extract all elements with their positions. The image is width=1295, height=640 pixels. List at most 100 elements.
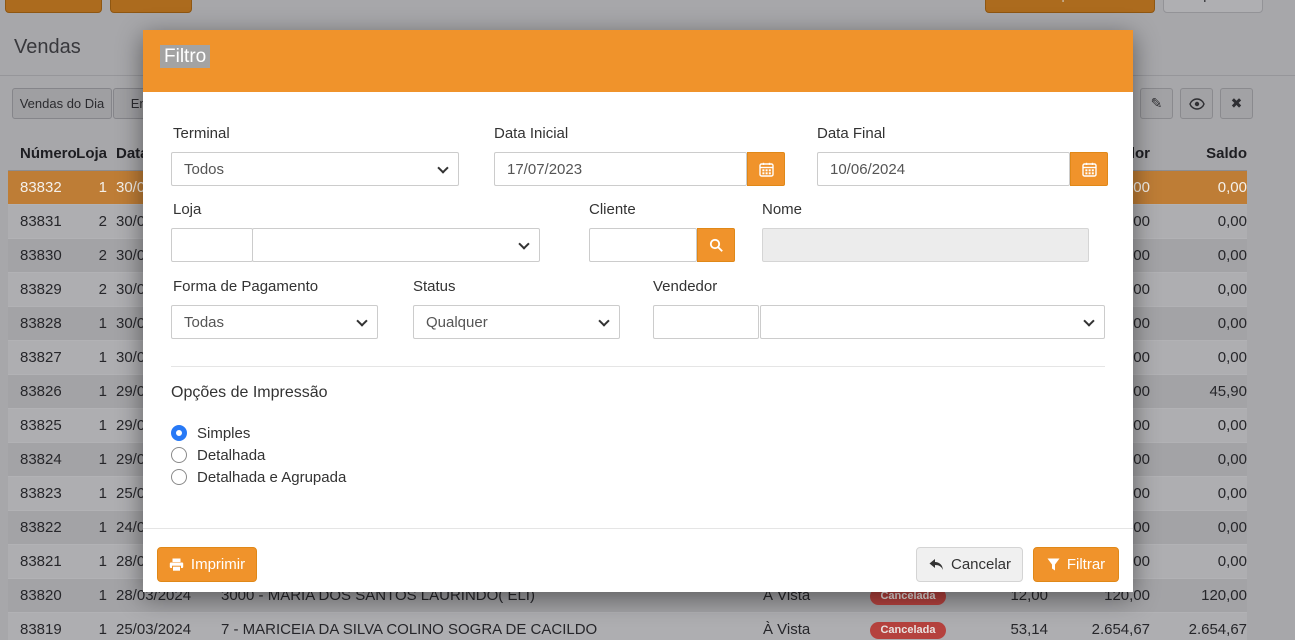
- cell-numero: 83829: [8, 272, 72, 306]
- print-options-group: Simples Detalhada Detalhada e Agrupada: [171, 422, 346, 488]
- cell-saldo: 0,00: [1150, 238, 1247, 272]
- eye-icon: [1189, 98, 1205, 110]
- tab-vendas-do-dia[interactable]: Vendas do Dia: [12, 88, 112, 119]
- cell-loja: 1: [72, 476, 110, 510]
- print-option-label: Simples: [197, 425, 250, 442]
- print-list-button[interactable]: Imprimir: [1163, 0, 1263, 13]
- forma-pagamento-label: Forma de Pagamento: [173, 278, 318, 295]
- table-row[interactable]: 83819 1 25/03/2024 7 - MARICEIA DA SILVA…: [8, 612, 1247, 640]
- print-option-radio[interactable]: Detalhada: [171, 444, 346, 466]
- cell-saldo: 0,00: [1150, 272, 1247, 306]
- cell-qtd: 53,14: [953, 612, 1048, 640]
- cell-loja: 1: [72, 510, 110, 544]
- cell-status: Cancelada: [863, 612, 953, 640]
- forma-pagamento-select[interactable]: Todas: [171, 305, 378, 339]
- cell-valor: 2.654,67: [1048, 612, 1150, 640]
- data-final-input[interactable]: [817, 152, 1070, 186]
- cell-saldo: 45,90: [1150, 374, 1247, 408]
- open-filter-button[interactable]: Filtro: [110, 0, 192, 13]
- vendedor-select[interactable]: [760, 305, 1105, 339]
- calendar-icon: [759, 162, 774, 177]
- search-icon: [709, 238, 724, 253]
- cell-saldo: 0,00: [1150, 170, 1247, 204]
- print-option-radio[interactable]: Detalhada e Agrupada: [171, 466, 346, 488]
- status-badge: Cancelada: [870, 622, 945, 639]
- divider: [171, 366, 1105, 367]
- cell-data: 25/03/2024: [110, 612, 215, 640]
- loja-code-input[interactable]: [171, 228, 253, 262]
- cell-saldo: 2.654,67: [1150, 612, 1247, 640]
- vendedor-code-input[interactable]: [653, 305, 759, 339]
- cell-saldo: 120,00: [1150, 578, 1247, 612]
- col-loja[interactable]: Loja: [72, 137, 110, 170]
- terminal-label: Terminal: [173, 125, 230, 142]
- data-inicial-label: Data Inicial: [494, 125, 568, 142]
- app-window: + Nota F2 Filtro Vendas por Cliente Impr…: [0, 0, 1295, 640]
- data-final-label: Data Final: [817, 125, 885, 142]
- cell-loja: 1: [72, 578, 110, 612]
- page-title: Vendas: [14, 36, 81, 59]
- loja-label: Loja: [173, 201, 201, 218]
- cell-saldo: 0,00: [1150, 442, 1247, 476]
- undo-icon: [928, 558, 944, 571]
- view-row-button[interactable]: [1180, 88, 1213, 119]
- filtrar-button[interactable]: Filtrar: [1033, 547, 1119, 582]
- cell-saldo: 0,00: [1150, 510, 1247, 544]
- print-option-label: Detalhada: [197, 447, 265, 464]
- cell-loja: 1: [72, 306, 110, 340]
- edit-row-button[interactable]: ✎: [1140, 88, 1173, 119]
- cell-loja: 1: [72, 612, 110, 640]
- cell-saldo: 0,00: [1150, 544, 1247, 578]
- print-options-label: Opções de Impressão: [171, 384, 328, 402]
- data-final-calendar-button[interactable]: [1070, 152, 1108, 186]
- cliente-search-button[interactable]: [697, 228, 735, 262]
- cell-loja: 1: [72, 374, 110, 408]
- cell-numero: 83832: [8, 170, 72, 204]
- nome-input: [762, 228, 1089, 262]
- cell-saldo: 0,00: [1150, 340, 1247, 374]
- cell-saldo: 0,00: [1150, 408, 1247, 442]
- cell-forma: À Vista: [751, 612, 863, 640]
- chevron-down-icon: [518, 238, 529, 249]
- cell-numero: 83826: [8, 374, 72, 408]
- cell-numero: 83831: [8, 204, 72, 238]
- delete-row-button[interactable]: ✖: [1220, 88, 1253, 119]
- status-select[interactable]: Qualquer: [413, 305, 620, 339]
- cell-numero: 83828: [8, 306, 72, 340]
- cell-numero: 83827: [8, 340, 72, 374]
- data-inicial-calendar-button[interactable]: [747, 152, 785, 186]
- filter-modal-header: Filtro: [143, 30, 1133, 92]
- print-icon: [169, 558, 184, 572]
- modal-title: Filtro: [160, 46, 210, 68]
- filter-modal: Filtro Terminal Todos Data Inicial Data …: [143, 30, 1133, 592]
- cell-loja: 2: [72, 272, 110, 306]
- radio-icon: [171, 447, 187, 463]
- print-option-radio[interactable]: Simples: [171, 422, 346, 444]
- modal-footer: Imprimir Cancelar Filtrar: [143, 528, 1133, 592]
- calendar-icon: [1082, 162, 1097, 177]
- col-saldo[interactable]: Saldo: [1150, 137, 1247, 170]
- filter-icon: [1047, 558, 1060, 571]
- chevron-down-icon: [1083, 315, 1094, 326]
- sales-by-client-button[interactable]: Vendas por Cliente: [985, 0, 1155, 13]
- cell-numero: 83822: [8, 510, 72, 544]
- terminal-select[interactable]: Todos: [171, 152, 459, 186]
- imprimir-button[interactable]: Imprimir: [157, 547, 257, 582]
- cell-numero: 83819: [8, 612, 72, 640]
- cell-loja: 1: [72, 340, 110, 374]
- close-icon: ✖: [1231, 95, 1243, 112]
- cliente-code-input[interactable]: [589, 228, 697, 262]
- status-label: Status: [413, 278, 456, 295]
- cancelar-button[interactable]: Cancelar: [916, 547, 1023, 582]
- print-option-label: Detalhada e Agrupada: [197, 469, 346, 486]
- chevron-down-icon: [437, 162, 448, 173]
- col-numero[interactable]: Número: [8, 137, 72, 170]
- radio-icon: [171, 425, 187, 441]
- loja-select[interactable]: [252, 228, 540, 262]
- cell-numero: 83825: [8, 408, 72, 442]
- cell-loja: 2: [72, 238, 110, 272]
- chevron-down-icon: [598, 315, 609, 326]
- new-sale-button[interactable]: + Nota F2: [5, 0, 102, 13]
- data-inicial-input[interactable]: [494, 152, 747, 186]
- cell-numero: 83824: [8, 442, 72, 476]
